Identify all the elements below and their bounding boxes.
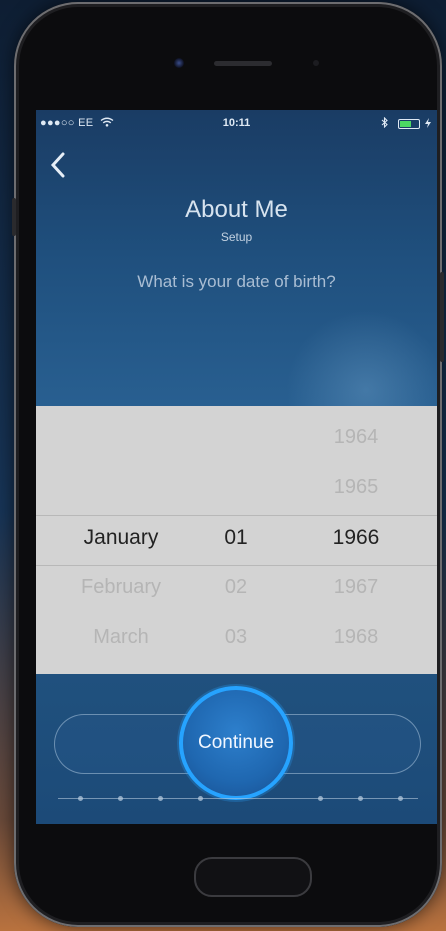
picker-year-option[interactable]: 1964	[316, 426, 396, 449]
picker-day-selected[interactable]: 01	[206, 526, 266, 550]
progress-dot	[78, 796, 83, 801]
status-right	[381, 116, 431, 130]
progress-dot	[158, 796, 163, 801]
picker-day-option[interactable]: 02	[206, 576, 266, 599]
home-button[interactable]	[194, 857, 312, 897]
picker-year-option[interactable]: 1968	[316, 626, 396, 649]
progress-dot	[398, 796, 403, 801]
picker-month-option[interactable]: February	[56, 576, 186, 599]
app-screen: ●●●○○ EE 10:11 About Me Setup What is yo…	[36, 110, 437, 824]
chevron-left-icon	[50, 152, 65, 178]
page-subtitle: Setup	[220, 230, 253, 244]
charging-icon	[425, 118, 431, 128]
picker-month-selected[interactable]: January	[56, 526, 186, 550]
progress-line	[58, 798, 418, 799]
continue-button[interactable]: Continue	[179, 686, 293, 800]
page-title: About Me	[185, 196, 288, 223]
status-bar: ●●●○○ EE 10:11	[36, 116, 437, 132]
selection-line-top	[36, 515, 437, 516]
power-button	[440, 272, 444, 362]
date-picker[interactable]: 1964 1965 1966 1967 1968 01 02 03 Januar…	[36, 406, 437, 674]
selection-line-bottom	[36, 565, 437, 566]
bluetooth-icon	[381, 116, 388, 129]
earpiece-speaker	[214, 61, 272, 66]
progress-dot	[198, 796, 203, 801]
back-button[interactable]	[50, 152, 80, 182]
battery-icon	[397, 119, 420, 130]
picker-year-option[interactable]: 1965	[316, 476, 396, 499]
progress-dot	[118, 796, 123, 801]
progress-dot	[358, 796, 363, 801]
picker-year-option[interactable]: 1967	[316, 576, 396, 599]
proximity-sensor	[313, 60, 319, 66]
picker-day-option[interactable]: 03	[206, 626, 266, 649]
status-time: 10:11	[222, 117, 251, 129]
front-camera	[174, 58, 184, 68]
picker-month-option[interactable]: March	[56, 626, 186, 649]
progress-indicator	[58, 796, 418, 802]
picker-year-selected[interactable]: 1966	[316, 526, 396, 550]
mute-switch	[12, 198, 16, 236]
progress-dot	[318, 796, 323, 801]
question-text: What is your date of birth?	[137, 272, 336, 291]
